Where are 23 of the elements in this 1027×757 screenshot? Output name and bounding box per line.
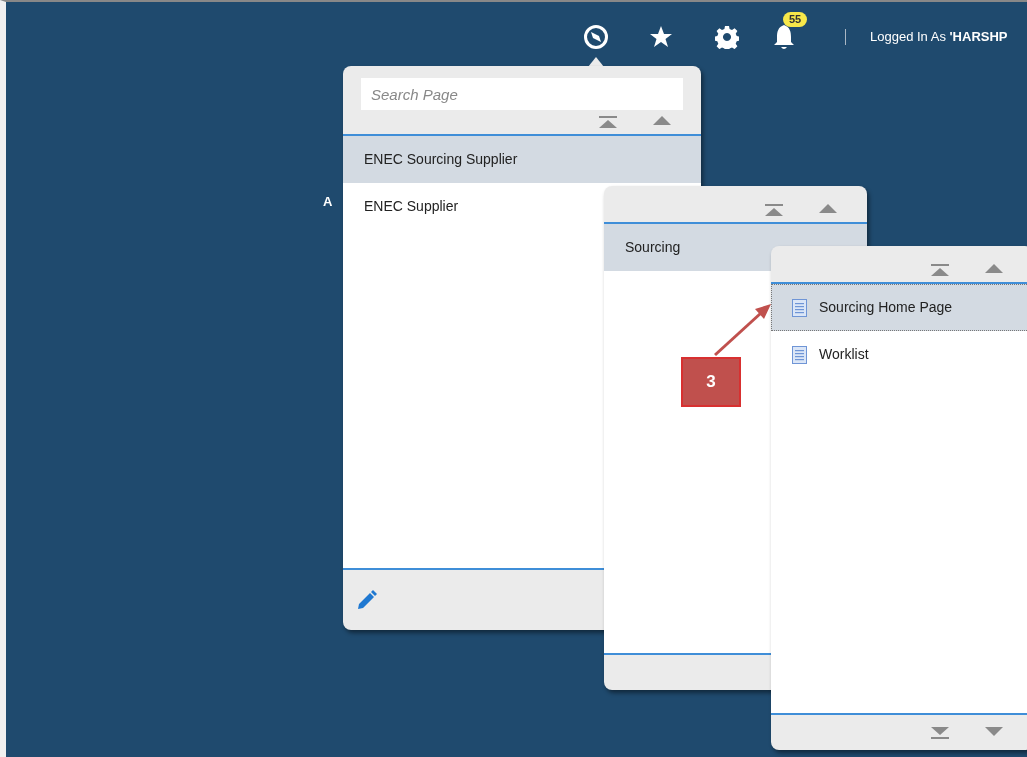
scroll-to-top-icon[interactable] — [931, 264, 949, 276]
callout-arrow — [711, 301, 773, 359]
scroll-to-bottom-icon[interactable] — [931, 726, 949, 739]
pencil-icon[interactable] — [357, 590, 377, 610]
logged-in-user: Logged In As 'HARSHP — [870, 28, 1008, 47]
scroll-up-icon[interactable] — [819, 204, 837, 213]
gear-icon[interactable] — [715, 25, 739, 49]
compass-icon[interactable] — [583, 24, 609, 50]
scroll-down-icon[interactable] — [985, 726, 1003, 736]
document-icon — [792, 298, 807, 317]
scroll-up-icon[interactable] — [985, 264, 1003, 273]
star-icon[interactable] — [649, 25, 673, 49]
notification-badge: 55 — [783, 12, 808, 27]
background-label: A — [323, 193, 333, 211]
document-icon — [792, 345, 807, 364]
callout-box: 3 — [681, 357, 741, 407]
bell-icon[interactable] — [773, 24, 795, 50]
scroll-to-top-icon[interactable] — [599, 116, 617, 128]
menu-item[interactable]: Sourcing Home Page — [771, 284, 1027, 331]
menu-item[interactable]: ENEC Sourcing Supplier — [343, 136, 701, 183]
search-field[interactable]: Search Page — [361, 78, 683, 110]
scroll-up-icon[interactable] — [653, 116, 671, 125]
scroll-to-top-icon[interactable] — [765, 204, 783, 216]
